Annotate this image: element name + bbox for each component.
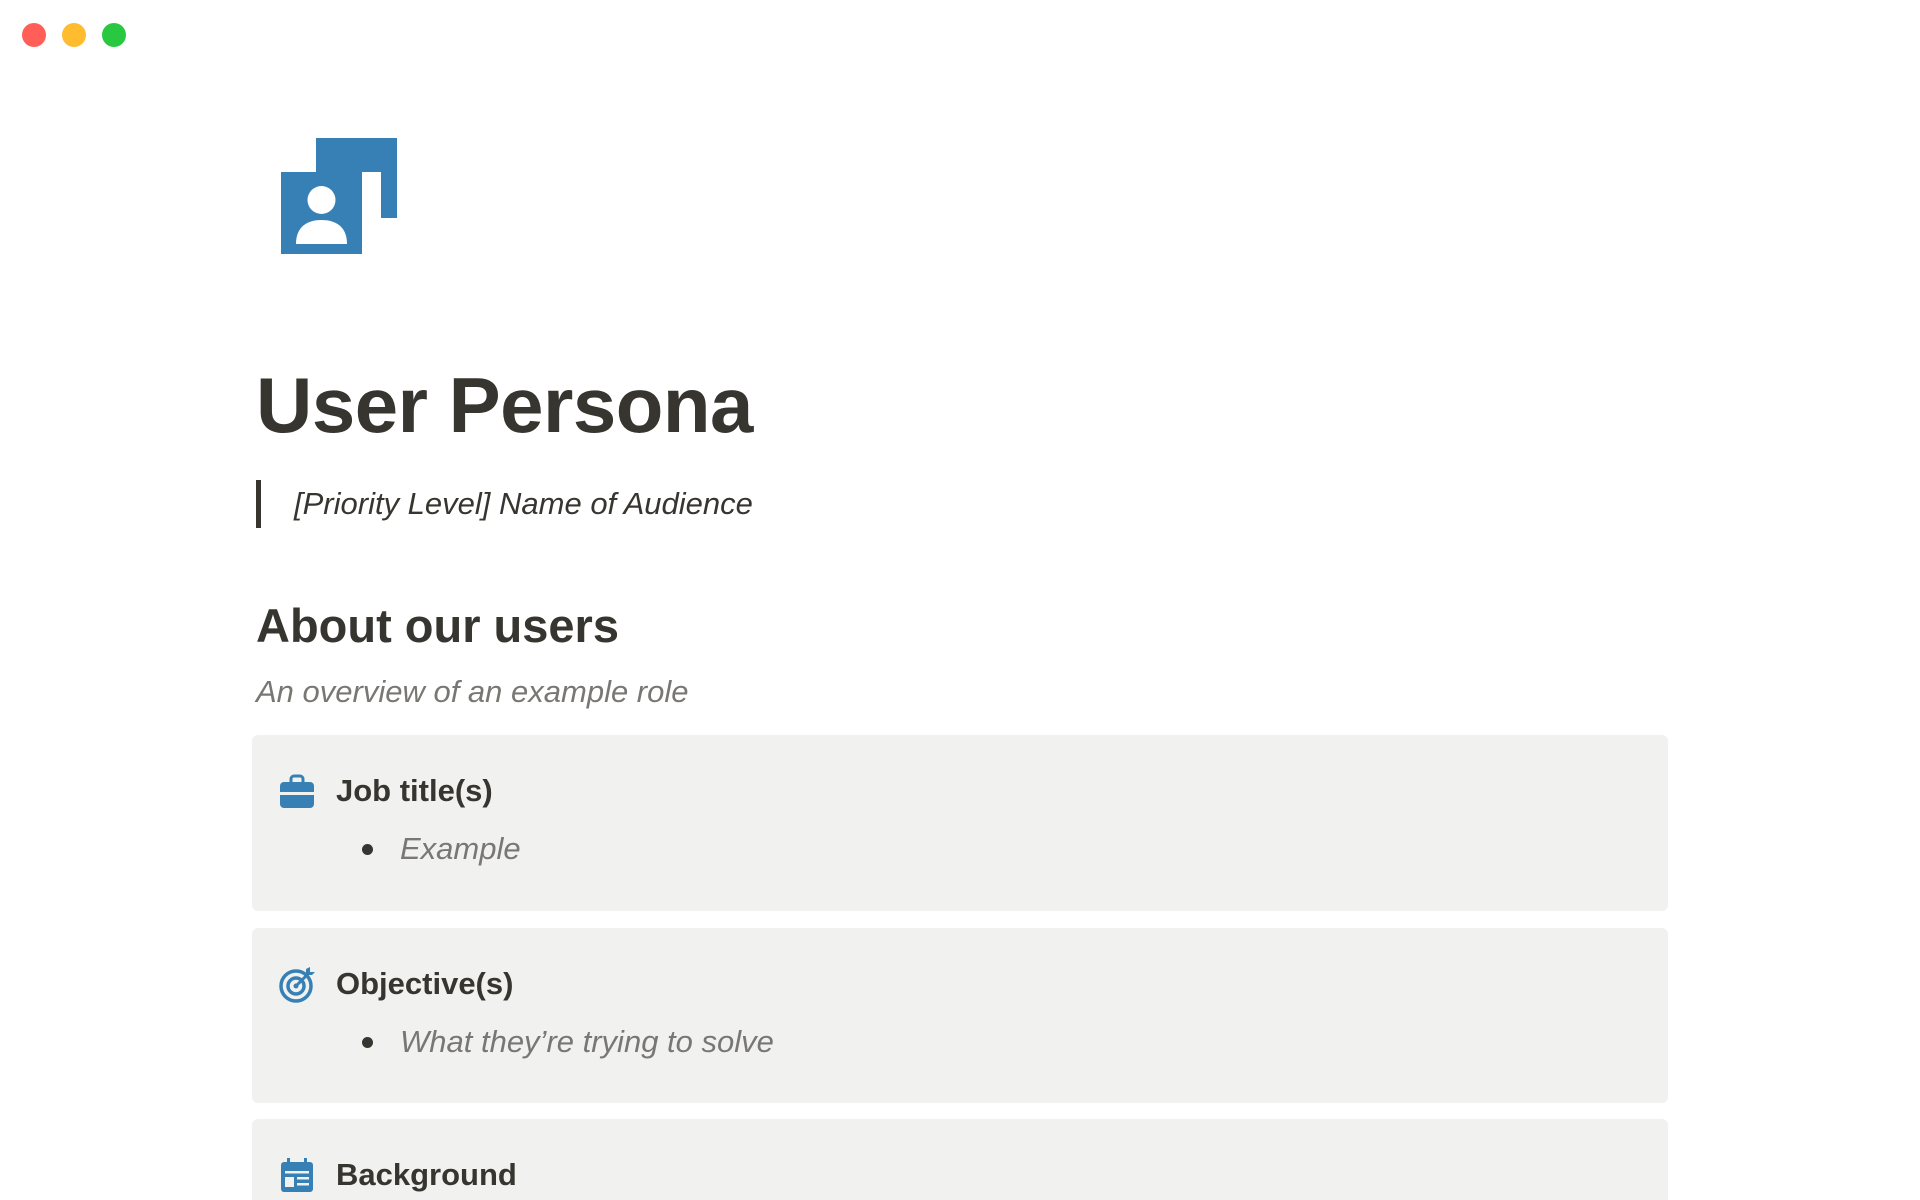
maximize-window-button[interactable]	[102, 23, 126, 47]
window-controls	[22, 23, 126, 47]
minimize-window-button[interactable]	[62, 23, 86, 47]
quote-text: [Priority Level] Name of Audience	[294, 486, 753, 521]
list-item[interactable]: What they’re trying to solve	[362, 1022, 774, 1062]
bullet-text: What they’re trying to solve	[400, 1024, 774, 1059]
bullet-icon	[362, 1036, 373, 1048]
calendar-icon	[278, 1157, 316, 1195]
page-title[interactable]: User Persona	[256, 360, 753, 450]
list-item[interactable]: Example	[362, 829, 521, 869]
callout-job-titles[interactable]: Job title(s) Example	[252, 735, 1668, 911]
app-window: User Persona [Priority Level] Name of Au…	[0, 0, 1920, 1200]
callout-title: Objective(s)	[336, 966, 514, 1001]
section-subtitle[interactable]: An overview of an example role	[256, 674, 689, 710]
bullet-text: Example	[400, 831, 521, 866]
user-persona-icon[interactable]	[281, 138, 397, 254]
callout-objectives[interactable]: Objective(s) What they’re trying to solv…	[252, 928, 1668, 1103]
bullet-icon	[362, 843, 373, 855]
close-window-button[interactable]	[22, 23, 46, 47]
briefcase-icon	[278, 773, 316, 811]
callout-title: Job title(s)	[336, 773, 493, 808]
callout-title: Background	[336, 1157, 517, 1192]
section-heading[interactable]: About our users	[256, 596, 619, 656]
target-icon	[278, 966, 316, 1004]
priority-quote[interactable]: [Priority Level] Name of Audience	[256, 480, 753, 528]
callout-background[interactable]: Background	[252, 1119, 1668, 1200]
